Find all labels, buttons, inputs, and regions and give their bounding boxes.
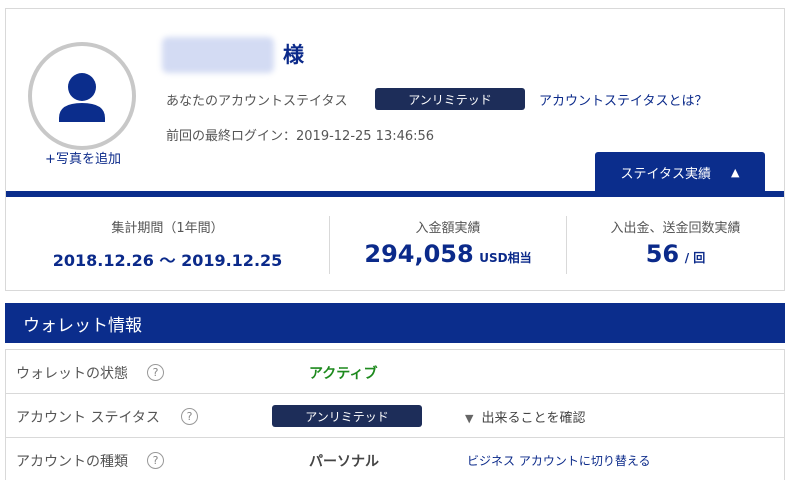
account-profile-card: +写真を追加 様 あなたのアカウントステイタス アンリミテッド アカウントステイ… xyxy=(5,8,785,291)
add-photo-link[interactable]: +写真を追加 xyxy=(38,148,128,167)
avatar[interactable] xyxy=(28,42,136,150)
row-label: アカウントの種類 xyxy=(16,454,128,470)
honorific-suffix: 様 xyxy=(283,43,304,67)
wallet-row-type: アカウントの種類 ? パーソナル ビジネス アカウントに切り替える xyxy=(6,438,784,480)
wallet-section-title: ウォレット情報 xyxy=(23,315,142,336)
account-type-value: パーソナル xyxy=(309,454,379,470)
check-capabilities-toggle[interactable]: ▼ 出来ることを確認 xyxy=(465,407,585,426)
stat-period-label: 集計期間（1年間） xyxy=(111,221,224,236)
wallet-row-status: アカウント ステイタス ? アンリミテッド ▼ 出来ることを確認 xyxy=(6,394,784,438)
stat-count: 入出金、送金回数実績 56 / 回 xyxy=(567,197,784,291)
chevron-up-icon: ▲ xyxy=(731,165,740,179)
check-capabilities-label: 出来ることを確認 xyxy=(481,411,586,426)
row-label: アカウント ステイタス xyxy=(16,410,160,426)
status-record-tab-label: ステイタス実績 xyxy=(620,166,711,182)
wallet-state-value: アクティブ xyxy=(309,366,378,382)
last-login-text: 前回の最終ログイン：2019-12-25 13:46:56 xyxy=(166,129,435,144)
help-icon[interactable]: ? xyxy=(147,364,164,381)
stat-deposit-unit: USD相当 xyxy=(479,251,532,265)
row-label: ウォレットの状態 xyxy=(16,366,128,382)
wallet-info-table: ウォレットの状態 ? アクティブ アカウント ステイタス ? アンリミテッド ▼… xyxy=(5,349,785,480)
stat-count-value: 56 xyxy=(645,240,680,268)
help-icon[interactable]: ? xyxy=(147,452,164,469)
user-name-blurred xyxy=(162,37,274,73)
stat-deposit: 入金額実績 294,058 USD相当 xyxy=(330,197,566,291)
stat-deposit-label: 入金額実績 xyxy=(415,221,481,236)
stat-count-unit: / 回 xyxy=(684,251,706,265)
account-status-label: あなたのアカウントステイタス xyxy=(166,94,348,109)
stat-count-value-row: 56 / 回 xyxy=(567,240,784,268)
switch-to-business-link[interactable]: ビジネス アカウントに切り替える xyxy=(467,452,650,469)
stat-period: 集計期間（1年間） 2018.12.26 〜 2019.12.25 xyxy=(6,197,329,291)
wallet-row-state: ウォレットの状態 ? アクティブ xyxy=(6,350,784,394)
status-record-tab[interactable]: ステイタス実績 ▲ xyxy=(595,152,765,192)
stat-deposit-value-row: 294,058 USD相当 xyxy=(330,240,566,268)
stat-period-value: 2018.12.26 〜 2019.12.25 xyxy=(52,251,283,270)
stat-count-label: 入出金、送金回数実績 xyxy=(610,221,741,236)
help-icon[interactable]: ? xyxy=(181,408,198,425)
account-status-help-link[interactable]: アカウントステイタスとは？ xyxy=(539,90,707,109)
user-icon xyxy=(59,73,105,122)
stat-deposit-value: 294,058 xyxy=(364,240,474,268)
status-badge: アンリミテッド xyxy=(375,88,525,110)
status-badge: アンリミテッド xyxy=(272,405,422,427)
chevron-down-icon: ▼ xyxy=(465,412,474,425)
wallet-section-header: ウォレット情報 xyxy=(5,303,785,343)
